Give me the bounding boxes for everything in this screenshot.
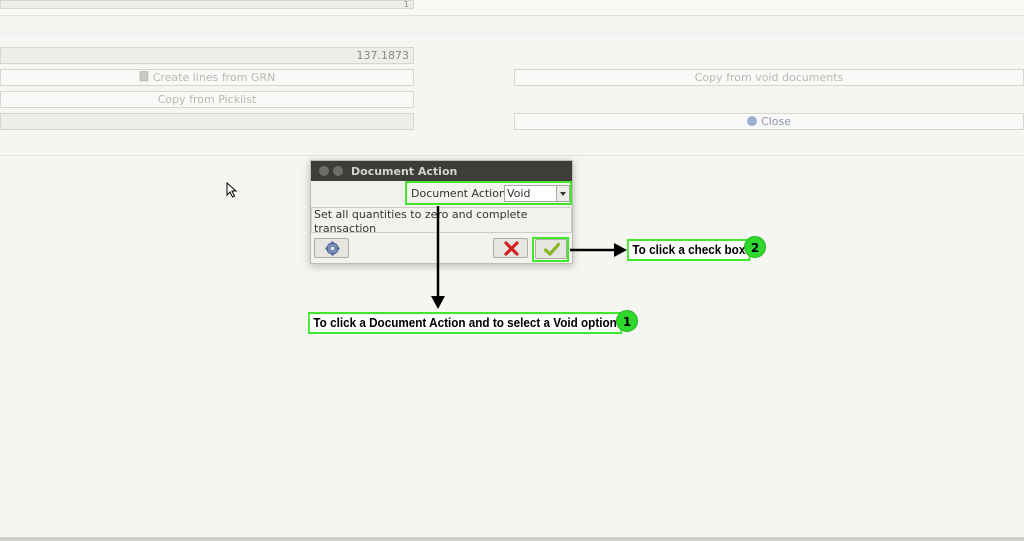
annotation-badge-2: 2 xyxy=(744,236,766,258)
annotation-callout-1: To click a Document Action and to select… xyxy=(308,312,623,334)
bottom-strip xyxy=(0,537,1024,541)
annotation-arrows xyxy=(431,206,627,309)
annotation-2-number: 2 xyxy=(750,241,760,255)
annotation-badge-1: 1 xyxy=(616,310,638,332)
arrowhead-1 xyxy=(431,296,445,309)
annotation-2-text: To click a check box xyxy=(632,242,746,257)
annotation-1-text: To click a Document Action and to select… xyxy=(313,315,617,330)
annotation-1-number: 1 xyxy=(622,315,632,329)
annotation-callout-2: To click a check box xyxy=(627,239,751,261)
arrowhead-2 xyxy=(614,243,627,257)
